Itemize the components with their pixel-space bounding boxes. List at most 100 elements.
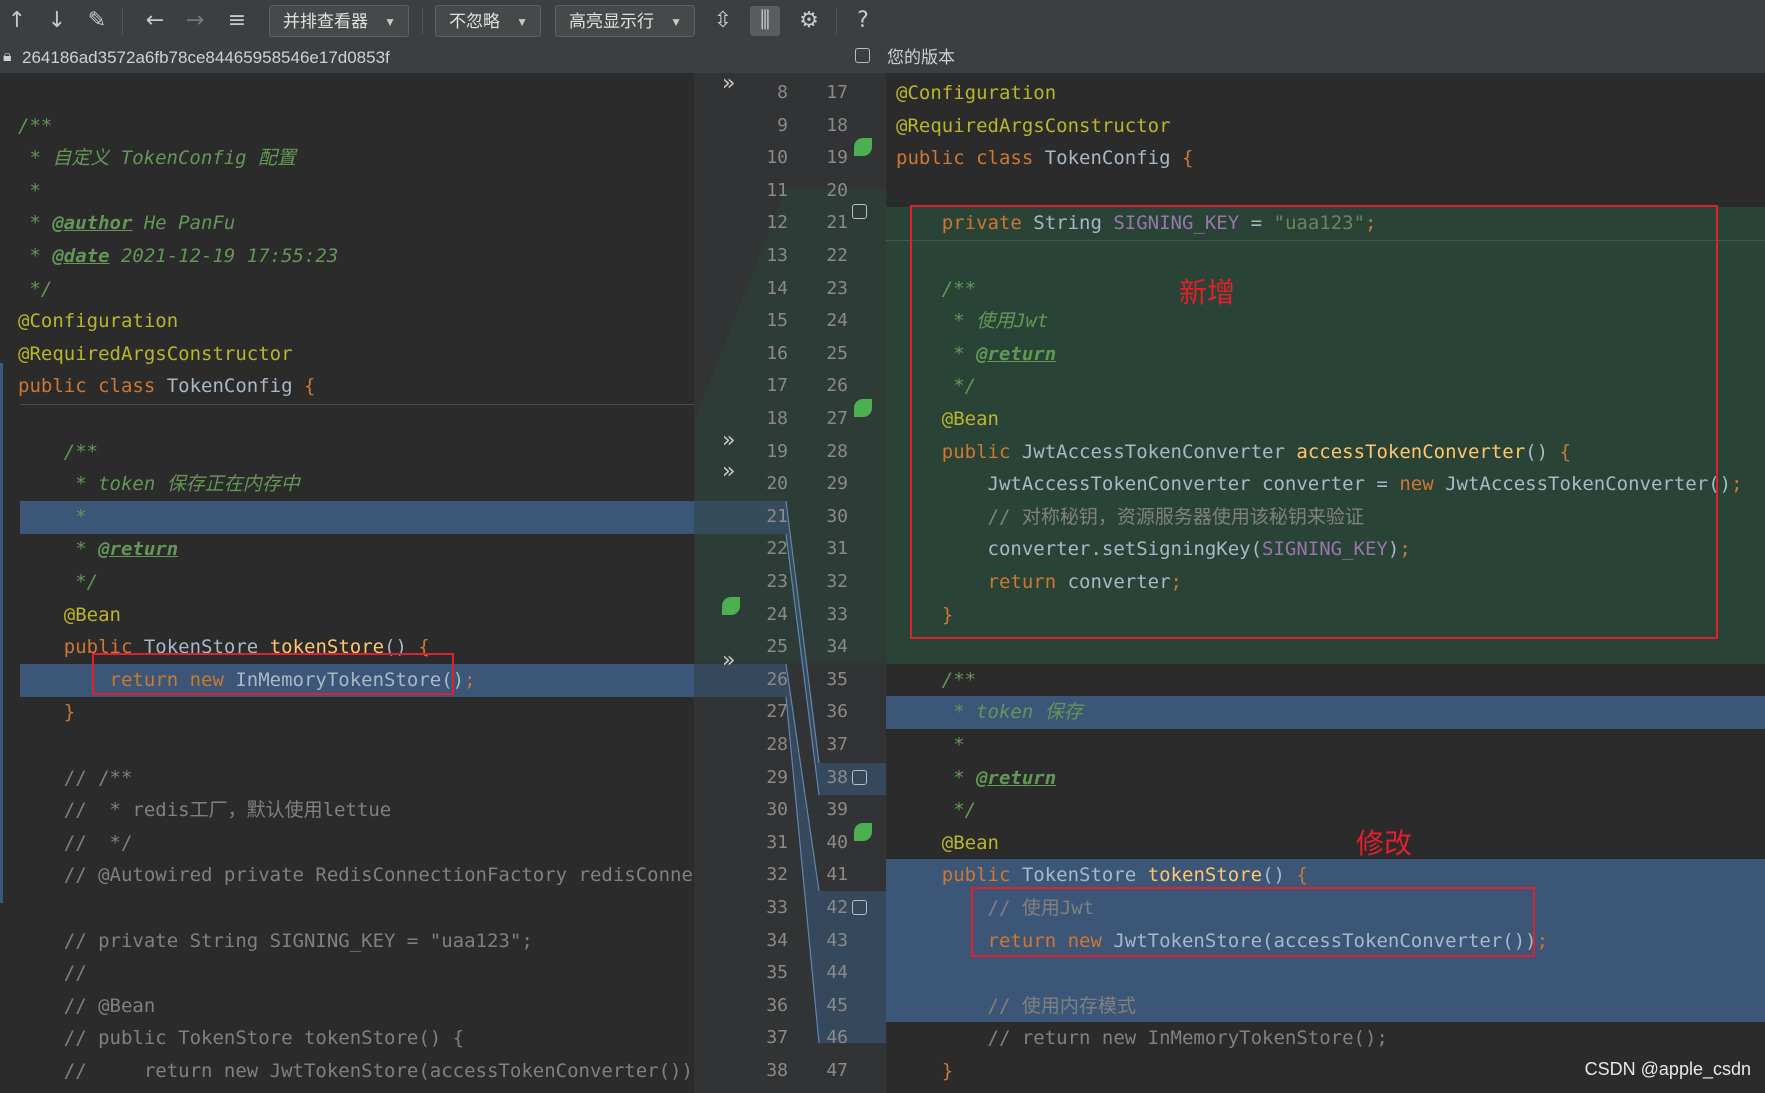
code-line[interactable]: // /** — [18, 762, 133, 795]
line-number: 32 — [766, 864, 788, 886]
line-number: 44 — [826, 962, 848, 984]
code-line[interactable]: * token 保存 — [896, 696, 1083, 729]
accept-change-checkbox[interactable] — [852, 900, 867, 915]
code-token: // public TokenStore tokenStore() { — [18, 1027, 465, 1050]
code-line[interactable]: @Configuration — [18, 305, 178, 338]
line-number: 28 — [826, 440, 848, 462]
diff-gutter: 8 9 10 11 12 13 14 15 16 17 18 19 20 21 22 23 24 25 26 27 28… — [694, 73, 886, 1093]
code-token: // 使用内存模式 — [896, 994, 1136, 1017]
code-line[interactable]: // — [18, 957, 87, 990]
line-number: 17 — [766, 375, 788, 397]
diff-toolbar: ↑ ↓ ✎ ← → ≡ 并排查看器 ▼ 不忽略 ▼ 高亮显示行 ▼ ⇳ ⫼ ⚙ … — [0, 0, 1765, 43]
code-line[interactable]: /** — [18, 436, 98, 469]
code-line[interactable]: // @Autowired private RedisConnectionFac… — [18, 859, 694, 892]
code-line[interactable]: } — [896, 1055, 953, 1088]
code-line[interactable]: @Configuration — [896, 77, 1056, 110]
apply-all-checkbox[interactable] — [855, 48, 870, 63]
edit-source-icon[interactable]: ✎ — [82, 6, 112, 36]
gear-icon[interactable]: ⚙ — [794, 6, 824, 36]
back-arrow-icon[interactable]: ← — [140, 6, 170, 36]
double-chevron-right-icon[interactable]: » — [722, 459, 735, 484]
help-icon[interactable]: ? — [848, 6, 878, 36]
menu-list-icon[interactable]: ≡ — [222, 6, 252, 36]
code-token: * — [18, 212, 53, 235]
ignore-mode-dropdown[interactable]: 不忽略 ▼ — [435, 5, 541, 37]
left-editor-pane[interactable]: /** * 自定义 TokenConfig 配置 * * @author He … — [0, 73, 694, 1093]
code-line[interactable]: // @Bean — [18, 990, 156, 1023]
code-line[interactable]: */ — [18, 566, 98, 599]
code-line[interactable]: // 使用内存模式 — [896, 990, 1136, 1023]
code-line[interactable]: /** — [18, 110, 52, 143]
code-line[interactable]: public class TokenConfig { — [18, 370, 315, 403]
right-editor-pane[interactable]: @Configuration @RequiredArgsConstructor pu… — [886, 73, 1765, 1093]
line-number: 38 — [766, 1060, 788, 1081]
code-line[interactable]: * @date 2021-12-19 17:55:23 — [18, 240, 338, 273]
line-number: 23 — [826, 277, 848, 299]
code-token: TokenConfig — [1044, 147, 1182, 170]
code-token: TokenStore — [1021, 864, 1148, 887]
code-line[interactable]: * @return — [18, 533, 178, 566]
toolbar-separator — [836, 8, 837, 34]
code-line[interactable]: /** — [896, 664, 976, 697]
chevron-down-icon: ▼ — [516, 15, 528, 29]
code-line[interactable]: @RequiredArgsConstructor — [896, 110, 1171, 143]
code-line[interactable]: // * redis工厂，默认使用lettue — [18, 794, 391, 827]
code-line[interactable]: * — [18, 175, 40, 208]
double-chevron-right-icon[interactable]: » — [722, 73, 735, 96]
code-token: TokenConfig — [166, 375, 304, 398]
code-token: /** — [18, 440, 99, 463]
code-line[interactable]: */ — [18, 273, 52, 306]
bean-gutter-icon[interactable] — [854, 138, 872, 156]
previous-difference-icon[interactable]: ↑ — [2, 6, 32, 36]
double-chevron-right-icon[interactable]: » — [722, 648, 735, 673]
code-line[interactable]: */ — [896, 794, 976, 827]
viewer-mode-label: 并排查看器 — [283, 12, 368, 31]
line-number: 14 — [766, 277, 788, 299]
accept-change-checkbox[interactable] — [852, 770, 867, 785]
code-line[interactable]: @RequiredArgsConstructor — [18, 338, 293, 371]
line-number: 36 — [826, 701, 848, 723]
code-line[interactable]: // private String SIGNING_KEY = "uaa123"… — [18, 925, 533, 958]
code-line[interactable]: // */ — [18, 827, 133, 860]
added-block-outline — [910, 205, 1718, 639]
chevron-down-icon: ▼ — [384, 15, 396, 29]
code-line[interactable]: * 自定义 TokenConfig 配置 — [18, 142, 296, 175]
code-line[interactable]: * — [896, 729, 964, 762]
code-token: // @Bean — [18, 994, 156, 1017]
code-line[interactable]: * token 保存正在内存中 — [18, 468, 300, 501]
code-line[interactable]: @Bean — [18, 599, 121, 632]
code-line[interactable]: // return new InMemoryTokenStore(); — [896, 1022, 1388, 1055]
modified-block-outline — [971, 887, 1535, 957]
viewer-mode-dropdown[interactable]: 并排查看器 ▼ — [269, 5, 409, 37]
line-number: 9 — [777, 114, 788, 136]
code-line[interactable]: // public TokenStore tokenStore() { — [18, 1022, 464, 1055]
code-line[interactable]: // } — [18, 1088, 110, 1093]
code-line[interactable]: * — [18, 501, 86, 534]
highlight-mode-label: 高亮显示行 — [569, 12, 654, 31]
bean-gutter-icon[interactable] — [854, 823, 872, 841]
code-line[interactable]: } — [18, 696, 75, 729]
code-token: tokenStore — [1147, 864, 1263, 887]
code-line[interactable]: * @return — [896, 762, 1056, 795]
bean-gutter-icon[interactable] — [722, 597, 740, 615]
sync-scroll-icon[interactable]: ⫼ — [750, 6, 780, 36]
code-line[interactable]: // return new JwtTokenStore(accessTokenC… — [18, 1055, 694, 1088]
next-difference-icon[interactable]: ↓ — [42, 6, 72, 36]
bean-gutter-icon[interactable] — [854, 399, 872, 417]
line-number: 10 — [766, 147, 788, 169]
line-number: 37 — [766, 1027, 788, 1049]
line-number: 37 — [826, 734, 848, 755]
code-token: ; — [1731, 473, 1743, 496]
highlight-mode-dropdown[interactable]: 高亮显示行 ▼ — [555, 5, 695, 37]
double-chevron-right-icon[interactable]: » — [722, 428, 735, 453]
accept-change-checkbox[interactable] — [852, 204, 867, 219]
line-number: 38 — [826, 766, 848, 788]
line-number: 35 — [826, 668, 848, 690]
code-line[interactable]: public class TokenConfig { — [896, 142, 1193, 175]
forward-arrow-icon[interactable]: → — [180, 6, 210, 36]
line-number: 20 — [766, 473, 788, 495]
code-line[interactable]: * @author He PanFu — [18, 207, 235, 240]
collapse-unchanged-icon[interactable]: ⇳ — [708, 6, 738, 36]
code-line[interactable]: @Bean — [896, 827, 999, 860]
code-token: public — [896, 864, 1022, 887]
